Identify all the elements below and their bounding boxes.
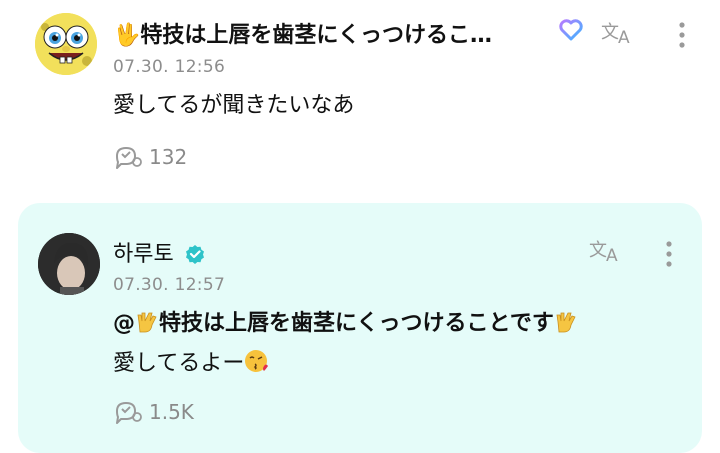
svg-text:A: A: [618, 28, 630, 45]
more-vertical-icon[interactable]: [659, 239, 679, 269]
post-username[interactable]: 하루토: [113, 236, 205, 268]
sponge-avatar-image: [35, 13, 97, 75]
reaction-button[interactable]: 1.5K: [113, 399, 194, 425]
more-vertical-icon[interactable]: [672, 20, 692, 50]
translate-icon[interactable]: 文 A: [588, 236, 624, 264]
mention[interactable]: @ 特技は上唇を歯茎にくっつけることです: [113, 311, 554, 336]
post-username[interactable]: 🖖特技は上唇を歯茎にくっつけるこ…: [113, 17, 492, 49]
post-card-1: 🖖特技は上唇を歯茎にくっつけるこ… 文 A 07.30. 12:56 愛してるが…: [0, 0, 720, 200]
svg-text:文: 文: [589, 240, 607, 261]
reaction-icon: [116, 402, 142, 424]
post-body: 愛してるが聞きたいなあ: [113, 93, 355, 118]
verified-badge-icon: [185, 244, 205, 264]
post-card-2: 하루토 文 A 07.30. 12:57 @ 特技は上唇を歯茎にくっつけることです…: [18, 203, 702, 453]
vulcan-salute-emoji: [135, 310, 159, 346]
post-body: @ 特技は上唇を歯茎にくっつけることです 愛してるよー: [113, 306, 578, 386]
svg-text:A: A: [606, 246, 618, 263]
reaction-icon: [116, 147, 142, 169]
reaction-count: 1.5K: [149, 400, 194, 424]
avatar[interactable]: [35, 13, 97, 75]
post-timestamp: 07.30. 12:57: [113, 275, 226, 295]
profile-photo-image: [38, 233, 100, 295]
kissing-face-emoji: [244, 348, 270, 386]
vulcan-salute-emoji: [554, 310, 578, 346]
reaction-count: 132: [149, 145, 188, 169]
translate-icon[interactable]: 文 A: [600, 18, 636, 46]
avatar[interactable]: [38, 233, 100, 295]
svg-text:文: 文: [601, 22, 619, 43]
heart-badge-icon: [557, 16, 585, 44]
reaction-button[interactable]: 132: [113, 144, 187, 170]
body-line-2: 愛してるよー: [113, 346, 578, 386]
post-timestamp: 07.30. 12:56: [113, 57, 226, 77]
